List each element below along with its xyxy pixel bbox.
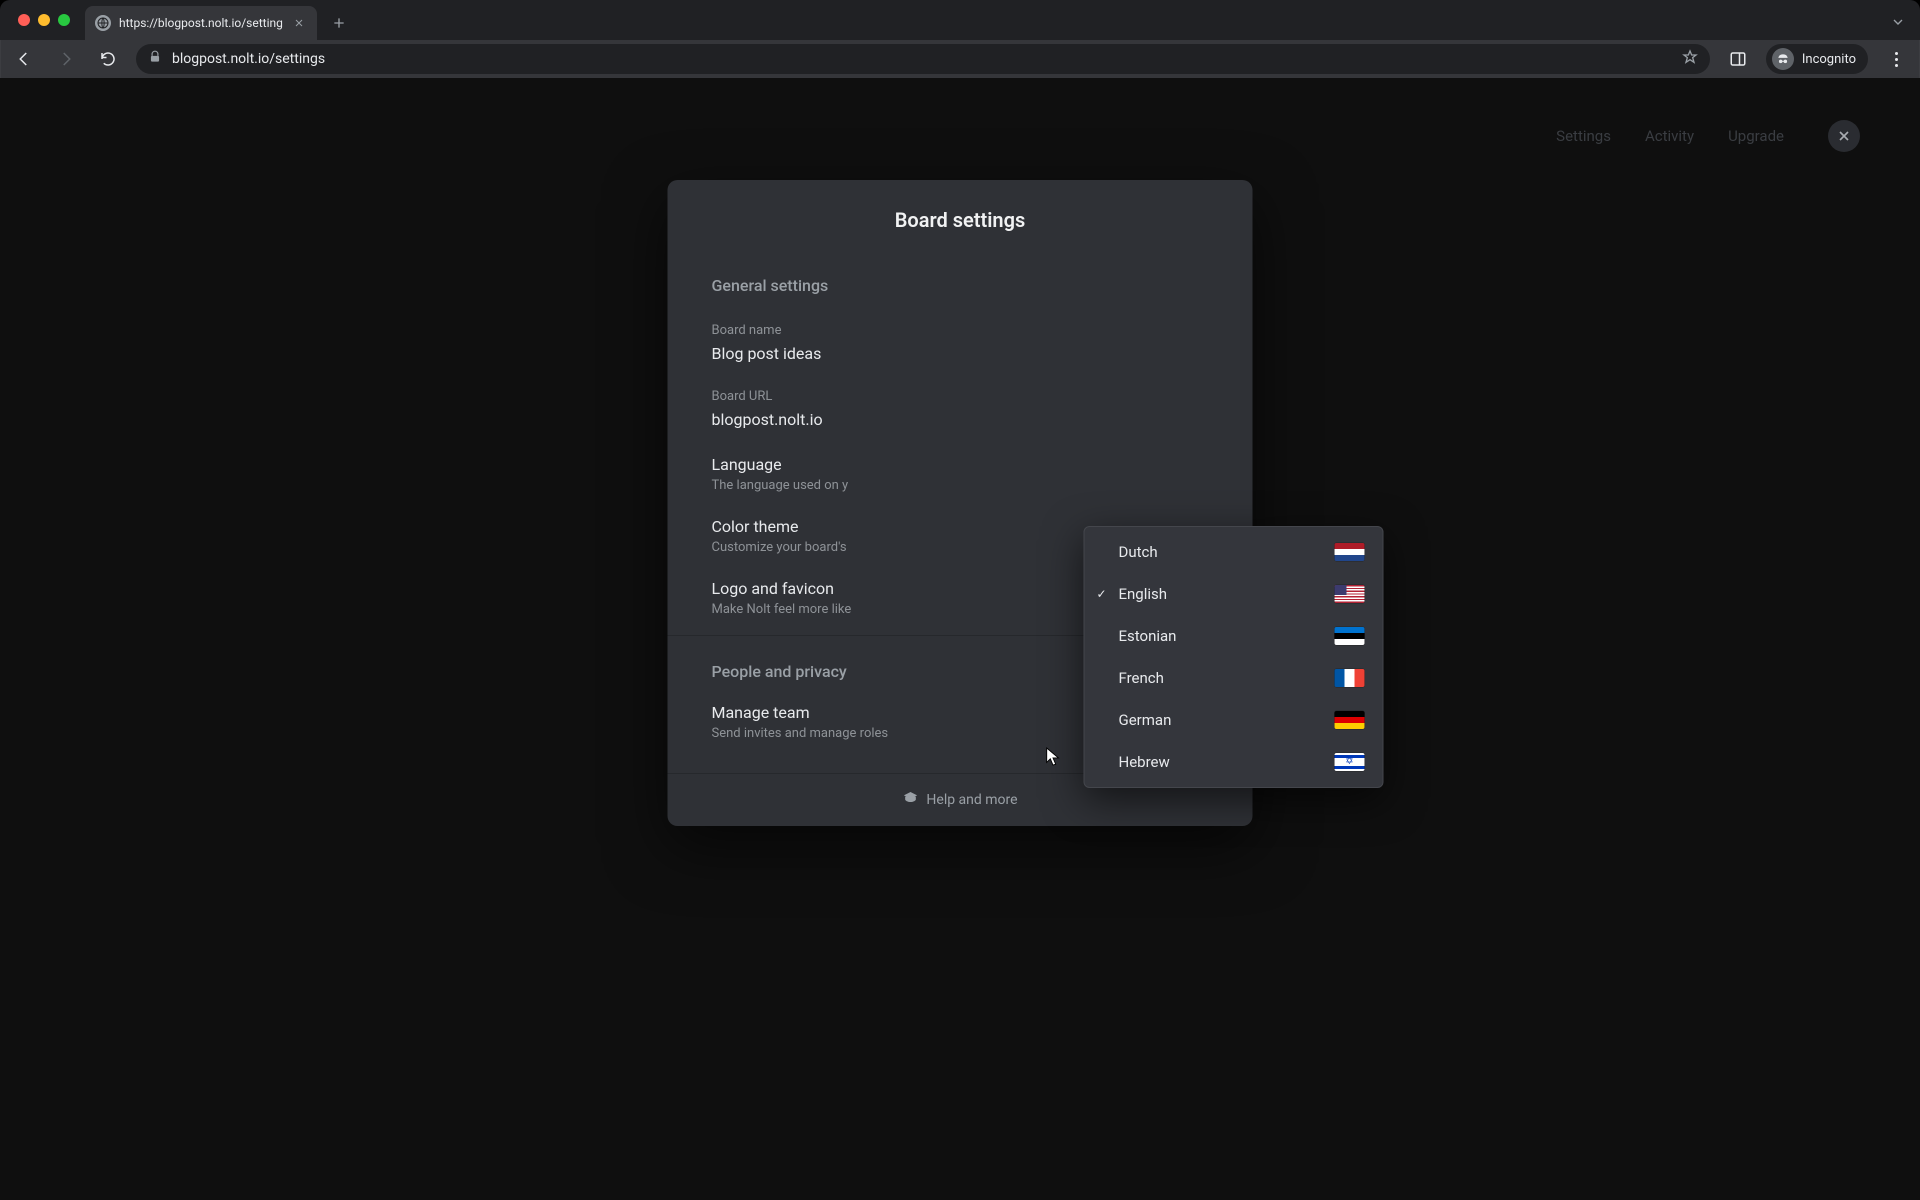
browser-menu-button[interactable] xyxy=(1882,45,1910,73)
language-row[interactable]: Language The language used on y xyxy=(712,455,1209,493)
logo-favicon-title: Logo and favicon xyxy=(712,579,852,598)
language-option-dutch[interactable]: Dutch xyxy=(1085,531,1383,573)
close-settings-button[interactable] xyxy=(1828,120,1860,152)
incognito-label: Incognito xyxy=(1802,52,1856,67)
board-name-field[interactable]: Board name Blog post ideas xyxy=(712,323,1209,363)
manage-team-title: Manage team xyxy=(712,703,889,722)
url-text: blogpost.nolt.io/settings xyxy=(172,51,1672,67)
color-theme-title: Color theme xyxy=(712,517,847,536)
language-option-label: Dutch xyxy=(1119,543,1158,561)
il-flag-icon xyxy=(1335,753,1365,771)
language-option-label: French xyxy=(1119,669,1164,687)
address-bar[interactable]: blogpost.nolt.io/settings xyxy=(136,44,1710,74)
bookmark-star-icon[interactable] xyxy=(1682,49,1698,69)
page-header-nav: Settings Activity Upgrade xyxy=(1556,120,1860,152)
check-icon: ✓ xyxy=(1097,587,1107,601)
incognito-badge[interactable]: Incognito xyxy=(1766,44,1868,74)
nl-flag-icon xyxy=(1335,543,1365,561)
manage-team-sub: Send invites and manage roles xyxy=(712,726,889,741)
board-url-value: blogpost.nolt.io xyxy=(712,410,1209,429)
board-name-label: Board name xyxy=(712,323,1209,338)
language-option-label: English xyxy=(1119,585,1168,603)
tabstrip-caret-icon[interactable] xyxy=(1890,14,1906,34)
forward-button[interactable] xyxy=(52,45,80,73)
language-option-estonian[interactable]: Estonian xyxy=(1085,615,1383,657)
globe-icon xyxy=(95,15,111,31)
de-flag-icon xyxy=(1335,711,1365,729)
language-option-english[interactable]: ✓ English xyxy=(1085,573,1383,615)
window-close-button[interactable] xyxy=(18,14,30,26)
nav-settings[interactable]: Settings xyxy=(1556,127,1611,145)
language-sub: The language used on y xyxy=(712,478,849,493)
ee-flag-icon xyxy=(1335,627,1365,645)
language-option-label: German xyxy=(1119,711,1172,729)
page-content: Settings Activity Upgrade Board settings… xyxy=(0,78,1920,1200)
language-option-french[interactable]: French xyxy=(1085,657,1383,699)
new-tab-button[interactable] xyxy=(325,9,353,37)
tab-close-icon[interactable] xyxy=(291,15,307,31)
browser-tabstrip: https://blogpost.nolt.io/setting xyxy=(0,0,1920,40)
us-flag-icon xyxy=(1335,585,1365,603)
color-theme-sub: Customize your board's xyxy=(712,540,847,555)
back-button[interactable] xyxy=(10,45,38,73)
lock-icon xyxy=(148,50,162,68)
window-maximize-button[interactable] xyxy=(58,14,70,26)
reload-button[interactable] xyxy=(94,45,122,73)
nav-upgrade[interactable]: Upgrade xyxy=(1728,127,1784,145)
help-label: Help and more xyxy=(926,792,1017,808)
incognito-icon xyxy=(1772,48,1794,70)
browser-tab[interactable]: https://blogpost.nolt.io/setting xyxy=(85,6,317,40)
language-option-german[interactable]: German xyxy=(1085,699,1383,741)
language-option-label: Estonian xyxy=(1119,627,1177,645)
board-settings-modal: Board settings General settings Board na… xyxy=(668,180,1253,826)
modal-title: Board settings xyxy=(668,180,1253,256)
browser-toolbar: blogpost.nolt.io/settings Incognito xyxy=(0,40,1920,78)
logo-favicon-sub: Make Nolt feel more like xyxy=(712,602,852,617)
side-panel-icon[interactable] xyxy=(1724,45,1752,73)
window-controls xyxy=(18,14,70,26)
language-option-hebrew[interactable]: Hebrew xyxy=(1085,741,1383,783)
nav-activity[interactable]: Activity xyxy=(1645,127,1694,145)
board-url-label: Board URL xyxy=(712,389,1209,404)
board-name-value: Blog post ideas xyxy=(712,344,1209,363)
window-minimize-button[interactable] xyxy=(38,14,50,26)
fr-flag-icon xyxy=(1335,669,1365,687)
tab-title: https://blogpost.nolt.io/setting xyxy=(119,16,283,30)
kebab-icon xyxy=(1895,52,1898,67)
general-settings-heading: General settings xyxy=(712,276,1209,295)
language-option-label: Hebrew xyxy=(1119,753,1170,771)
graduation-cap-icon xyxy=(902,790,918,810)
language-dropdown: Dutch ✓ English Estonian French German Hebrew xyxy=(1084,526,1384,788)
board-url-field[interactable]: Board URL blogpost.nolt.io xyxy=(712,389,1209,429)
language-title: Language xyxy=(712,455,849,474)
